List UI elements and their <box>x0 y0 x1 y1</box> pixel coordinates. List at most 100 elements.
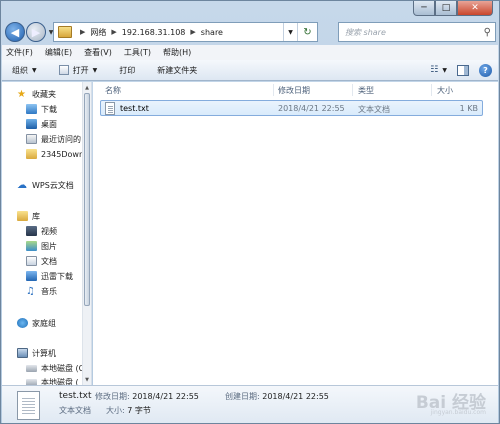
search-icon[interactable]: ⚲ <box>484 27 491 38</box>
column-divider[interactable] <box>352 84 353 96</box>
nav-disk-d-label: 本地磁盘 ( <box>41 377 79 386</box>
documents-icon <box>26 256 37 266</box>
scroll-down-icon[interactable]: ▼ <box>83 375 91 384</box>
nav-libraries[interactable]: 库 <box>17 209 40 223</box>
column-modified[interactable]: 修改日期 <box>278 85 310 96</box>
chevron-down-icon: ▼ <box>92 66 98 74</box>
menu-help[interactable]: 帮助(H) <box>163 47 191 58</box>
explorer-window: ─ □ ✕ ◀ ▶ ▼ ▶ 网络 ▶ 192.168.31.108 ▶ shar… <box>0 0 500 424</box>
thunder-icon <box>26 271 37 281</box>
nav-downloads[interactable]: 下载 <box>26 102 57 116</box>
nav-local-disk-d[interactable]: 本地磁盘 ( <box>26 375 79 385</box>
details-type: 文本文档 <box>59 406 91 415</box>
print-button[interactable]: 打印 <box>119 65 135 76</box>
nav-wps-cloud[interactable]: ☁ WPS云文档 <box>17 178 74 192</box>
file-row[interactable]: test.txt 2018/4/21 22:55 文本文档 1 KB <box>100 100 483 116</box>
nav-homegroup[interactable]: 家庭组 <box>17 316 56 330</box>
nav-computer[interactable]: 计算机 <box>17 346 56 360</box>
nav-documents-label: 文档 <box>41 256 57 266</box>
column-name[interactable]: 名称 <box>105 85 121 96</box>
nav-thunder-downloads[interactable]: 迅雷下载 <box>26 269 73 283</box>
menu-edit[interactable]: 编辑(E) <box>45 47 72 58</box>
nav-documents[interactable]: 文档 <box>26 254 57 268</box>
column-divider[interactable] <box>431 84 432 96</box>
search-input[interactable]: 搜索 share <box>345 27 386 38</box>
refresh-icon[interactable]: ↻ <box>297 23 317 41</box>
navigation-pane: ★ 收藏夹 下载 桌面 最近访问的 2345Down ☁ WPS云文档 库 视频… <box>2 82 92 385</box>
scroll-up-icon[interactable]: ▲ <box>83 83 91 92</box>
forward-arrow-icon: ▶ <box>31 25 41 39</box>
nav-2345down[interactable]: 2345Down <box>26 147 84 161</box>
breadcrumb-separator-icon[interactable]: ▶ <box>80 28 85 36</box>
nav-pictures[interactable]: 图片 <box>26 239 57 253</box>
nav-videos[interactable]: 视频 <box>26 224 57 238</box>
downloads-folder-icon <box>26 104 37 114</box>
nav-thunder-label: 迅雷下载 <box>41 271 73 281</box>
nav-local-disk-c[interactable]: 本地磁盘 (C <box>26 361 84 375</box>
nav-pictures-label: 图片 <box>41 241 57 251</box>
address-bar[interactable]: ▶ 网络 ▶ 192.168.31.108 ▶ share ▼ ↻ <box>53 22 318 42</box>
breadcrumb-separator-icon[interactable]: ▶ <box>190 28 195 36</box>
nav-music-label: 音乐 <box>41 286 57 296</box>
forward-button[interactable]: ▶ <box>26 22 46 42</box>
nav-2345down-label: 2345Down <box>41 149 85 159</box>
nav-downloads-label: 下载 <box>41 104 57 114</box>
nav-videos-label: 视频 <box>41 226 57 236</box>
address-dropdown-icon[interactable]: ▼ <box>283 23 297 41</box>
print-label: 打印 <box>119 65 136 75</box>
close-button[interactable]: ✕ <box>457 1 493 16</box>
details-size: 大小: 7 字节 <box>106 405 151 416</box>
nav-desktop[interactable]: 桌面 <box>26 117 57 131</box>
nav-desktop-label: 桌面 <box>41 119 57 129</box>
new-folder-button[interactable]: 新建文件夹 <box>157 65 197 76</box>
video-icon <box>26 226 37 236</box>
music-icon: ♫ <box>26 286 35 297</box>
column-size[interactable]: 大小 <box>437 85 453 96</box>
preview-pane-icon[interactable] <box>457 64 469 76</box>
open-button[interactable]: 打开 ▼ <box>58 65 98 76</box>
search-box[interactable]: 搜索 share ⚲ <box>338 22 496 42</box>
column-type[interactable]: 类型 <box>358 85 374 96</box>
window-controls: ─ □ ✕ <box>413 1 493 16</box>
open-icon <box>58 65 69 75</box>
scroll-thumb[interactable] <box>84 93 90 306</box>
menu-file[interactable]: 文件(F) <box>6 47 33 58</box>
menu-tools[interactable]: 工具(T) <box>124 47 151 58</box>
network-folder-icon <box>58 26 72 38</box>
help-icon[interactable]: ? <box>479 63 492 77</box>
size-value: 7 字节 <box>127 406 151 415</box>
details-pane: test.txt 修改日期: 2018/4/21 22:55 创建日期: 201… <box>2 385 498 423</box>
nav-disk-c-label: 本地磁盘 (C <box>41 363 85 373</box>
back-arrow-icon: ◀ <box>10 25 20 39</box>
back-button[interactable]: ◀ <box>5 22 25 42</box>
pictures-icon <box>26 241 37 251</box>
nav-favorites-label: 收藏夹 <box>32 89 56 99</box>
view-options-icon[interactable]: ☷ <box>430 65 438 75</box>
menu-view[interactable]: 查看(V) <box>84 47 112 58</box>
chevron-down-icon: ▼ <box>32 66 37 74</box>
nav-favorites[interactable]: ★ 收藏夹 <box>17 87 56 101</box>
disk-icon <box>26 364 37 372</box>
library-icon <box>17 211 28 221</box>
nav-recent[interactable]: 最近访问的 <box>26 132 81 146</box>
breadcrumb-network[interactable]: 网络 <box>90 27 106 38</box>
maximize-button[interactable]: □ <box>435 1 457 16</box>
view-dropdown-icon[interactable]: ▼ <box>442 67 447 74</box>
file-type: 文本文档 <box>358 105 390 114</box>
desktop-icon <box>26 119 37 129</box>
nav-scrollbar[interactable]: ▲ ▼ <box>82 82 91 385</box>
column-header-row: 名称 修改日期 类型 大小 <box>93 82 498 98</box>
minimize-button[interactable]: ─ <box>413 1 435 16</box>
details-filename: test.txt <box>59 391 92 401</box>
column-divider[interactable] <box>273 84 274 96</box>
new-folder-label: 新建文件夹 <box>157 65 198 75</box>
organize-button[interactable]: 组织 ▼ <box>12 65 37 76</box>
details-modified: 修改日期: 2018/4/21 22:55 <box>95 391 199 402</box>
navigation-row: ◀ ▶ ▼ ▶ 网络 ▶ 192.168.31.108 ▶ share ▼ ↻ … <box>5 21 496 43</box>
command-bar: 组织 ▼ 打开 ▼ 打印 新建文件夹 ☷ ▼ ? <box>2 60 498 81</box>
breadcrumb-separator-icon[interactable]: ▶ <box>111 28 116 36</box>
folder-icon <box>26 149 37 159</box>
nav-music[interactable]: ♫ 音乐 <box>26 284 57 298</box>
breadcrumb-host[interactable]: 192.168.31.108 <box>122 28 186 37</box>
breadcrumb-share[interactable]: share <box>201 28 223 37</box>
